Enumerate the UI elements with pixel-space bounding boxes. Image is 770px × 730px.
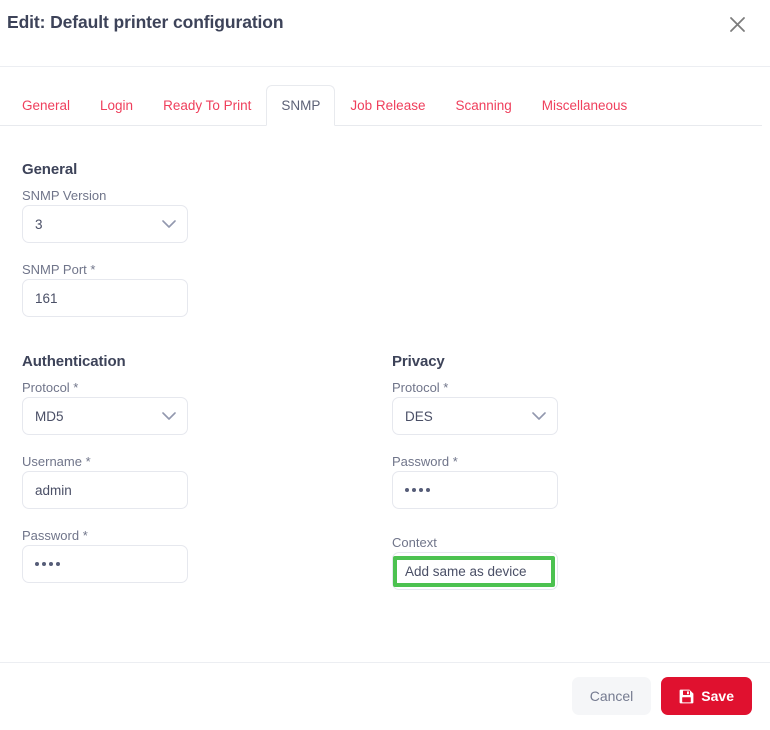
snmp-version-label: SNMP Version: [22, 188, 107, 203]
tab-bar: General Login Ready To Print SNMP Job Re…: [0, 85, 770, 126]
tab-ready-to-print[interactable]: Ready To Print: [148, 85, 266, 126]
privacy-context-input[interactable]: Add same as device: [392, 552, 558, 590]
close-icon: [729, 16, 746, 33]
snmp-version-select[interactable]: 3: [22, 205, 188, 243]
snmp-port-label: SNMP Port *: [22, 262, 96, 277]
snmp-version-value: 3: [35, 216, 43, 232]
page-title: Edit: Default printer configuration: [7, 12, 284, 32]
auth-protocol-label: Protocol *: [22, 380, 79, 395]
section-heading-privacy: Privacy: [392, 353, 445, 370]
auth-username-label: Username *: [22, 454, 91, 469]
privacy-password-label: Password *: [392, 454, 458, 469]
privacy-context-value: Add same as device: [405, 563, 527, 579]
tab-scanning[interactable]: Scanning: [440, 85, 526, 126]
close-button[interactable]: [722, 9, 752, 39]
privacy-protocol-value: DES: [405, 408, 433, 424]
privacy-password-input[interactable]: [392, 471, 558, 509]
tab-miscellaneous[interactable]: Miscellaneous: [527, 85, 643, 126]
save-button-label: Save: [701, 688, 734, 704]
cancel-button[interactable]: Cancel: [571, 677, 652, 715]
privacy-protocol-select[interactable]: DES: [392, 397, 558, 435]
tab-snmp[interactable]: SNMP: [266, 85, 336, 126]
tab-login[interactable]: Login: [85, 85, 148, 126]
section-heading-authentication: Authentication: [22, 353, 126, 370]
save-floppy-icon: [679, 689, 694, 704]
auth-protocol-select[interactable]: MD5: [22, 397, 188, 435]
privacy-context-label: Context: [392, 535, 437, 550]
snmp-port-input[interactable]: 161: [22, 279, 188, 317]
auth-password-label: Password *: [22, 528, 88, 543]
auth-password-input[interactable]: [22, 545, 188, 583]
snmp-settings-panel: General SNMP Version 3 SNMP Port * 161 A…: [0, 126, 770, 662]
chevron-down-icon: [162, 409, 176, 424]
chevron-down-icon: [162, 217, 176, 232]
privacy-password-masked-value: [405, 488, 430, 492]
auth-password-masked-value: [35, 562, 60, 566]
chevron-down-icon: [532, 409, 546, 424]
dialog-header: Edit: Default printer configuration: [0, 0, 770, 67]
auth-username-input[interactable]: admin: [22, 471, 188, 509]
privacy-protocol-label: Protocol *: [392, 380, 449, 395]
save-button[interactable]: Save: [661, 677, 752, 715]
section-heading-general: General: [22, 161, 78, 178]
auth-protocol-value: MD5: [35, 408, 64, 424]
dialog-footer: Cancel Save: [0, 662, 770, 730]
tab-job-release[interactable]: Job Release: [335, 85, 440, 126]
auth-username-value: admin: [35, 482, 72, 498]
snmp-port-value: 161: [35, 290, 58, 306]
tab-general[interactable]: General: [7, 85, 85, 126]
